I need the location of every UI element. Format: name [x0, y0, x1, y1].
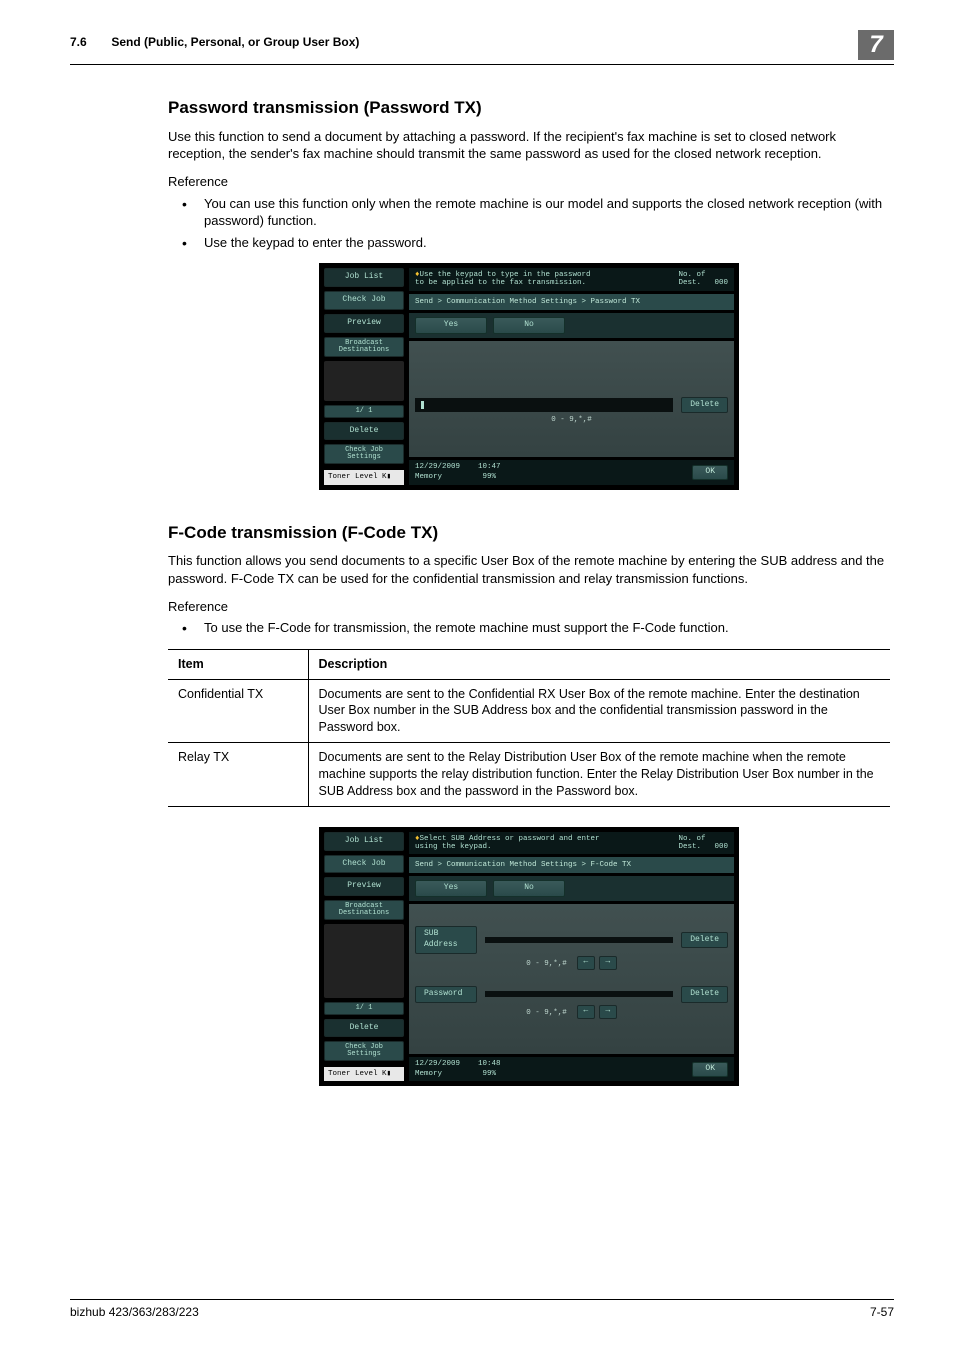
check-job-settings-button[interactable]: Check Job Settings [324, 444, 404, 464]
no-button[interactable]: No [493, 880, 565, 897]
dest-list-empty [324, 361, 404, 401]
hint-text: Select SUB Address or password and enter… [415, 835, 600, 851]
lcd-screenshot-fcode-tx: Job List Check Job Preview Broadcast Des… [319, 827, 739, 1087]
page-indicator: 1/ 1 [324, 405, 404, 418]
hint-text: Use the keypad to type in the password t… [415, 271, 591, 287]
no-button[interactable]: No [493, 317, 565, 334]
bullet-item: Use the keypad to enter the password. [168, 234, 890, 252]
table-header-item: Item [168, 649, 308, 679]
page-header: 7.6 Send (Public, Personal, or Group Use… [70, 34, 894, 65]
bullet-item: To use the F-Code for transmission, the … [168, 619, 890, 637]
password-label-button[interactable]: Password [415, 986, 477, 1003]
table-cell-item: Relay TX [168, 743, 308, 807]
arrow-right-icon[interactable]: → [599, 1005, 617, 1019]
sub-address-input[interactable] [485, 937, 673, 943]
arrow-left-icon[interactable]: ← [577, 1005, 595, 1019]
sub-address-label-button[interactable]: SUB Address [415, 926, 477, 954]
yes-button[interactable]: Yes [415, 317, 487, 334]
status-date: 12/29/2009 [415, 463, 460, 471]
footer-page-number: 7-57 [870, 1304, 894, 1320]
yes-button[interactable]: Yes [415, 880, 487, 897]
reference-label-2: Reference [168, 598, 890, 616]
dest-count-value: 000 [714, 843, 728, 851]
delete-input-button[interactable]: Delete [681, 932, 728, 949]
chapter-badge: 7 [858, 30, 894, 60]
dest-count-value: 000 [714, 279, 728, 287]
arrow-left-icon[interactable]: ← [577, 956, 595, 970]
password-tx-intro: Use this function to send a document by … [168, 128, 890, 163]
breadcrumb: Send > Communication Method Settings > F… [409, 857, 734, 873]
footer-model: bizhub 423/363/283/223 [70, 1304, 199, 1320]
check-job-button[interactable]: Check Job [324, 291, 404, 310]
preview-button[interactable]: Preview [324, 877, 404, 896]
password-input[interactable] [415, 398, 673, 412]
preview-button[interactable]: Preview [324, 314, 404, 333]
reference-label-1: Reference [168, 173, 890, 191]
ok-button[interactable]: OK [692, 465, 728, 480]
lcd-screenshot-password-tx: Job List Check Job Preview Broadcast Des… [319, 263, 739, 489]
dest-count-label: No. of Dest. [678, 835, 705, 851]
broadcast-dest-label: Broadcast Destinations [324, 337, 404, 357]
heading-password-tx: Password transmission (Password TX) [168, 97, 890, 120]
dest-count-label: No. of Dest. [678, 271, 705, 287]
toner-level: Toner Level K▮ [324, 470, 404, 484]
table-cell-desc: Documents are sent to the Relay Distribu… [308, 743, 890, 807]
heading-fcode-tx: F-Code transmission (F-Code TX) [168, 522, 890, 545]
memory-value: 99% [483, 473, 497, 481]
status-date: 12/29/2009 [415, 1060, 460, 1068]
delete-input-button[interactable]: Delete [681, 397, 728, 414]
input-range-hint: 0 - 9,*,# [415, 415, 728, 425]
input-range-hint: 0 - 9,*,# [526, 959, 567, 969]
ok-button[interactable]: OK [692, 1062, 728, 1077]
table-cell-desc: Documents are sent to the Confidential R… [308, 679, 890, 743]
memory-label: Memory [415, 473, 442, 481]
table-row: Relay TX Documents are sent to the Relay… [168, 743, 890, 807]
page-indicator: 1/ 1 [324, 1002, 404, 1015]
section-title: Send (Public, Personal, or Group User Bo… [111, 35, 359, 49]
input-range-hint: 0 - 9,*,# [526, 1008, 567, 1018]
job-list-button[interactable]: Job List [324, 268, 404, 287]
fcode-tx-intro: This function allows you send documents … [168, 552, 890, 587]
password-input[interactable] [485, 991, 673, 997]
table-cell-item: Confidential TX [168, 679, 308, 743]
job-list-button[interactable]: Job List [324, 832, 404, 851]
breadcrumb: Send > Communication Method Settings > P… [409, 294, 734, 310]
check-job-button[interactable]: Check Job [324, 855, 404, 874]
status-time: 10:48 [478, 1060, 501, 1068]
status-time: 10:47 [478, 463, 501, 471]
table-header-desc: Description [308, 649, 890, 679]
memory-value: 99% [483, 1070, 497, 1078]
delete-input-button[interactable]: Delete [681, 986, 728, 1003]
check-job-settings-button[interactable]: Check Job Settings [324, 1041, 404, 1061]
bullet-item: You can use this function only when the … [168, 195, 890, 230]
toner-level: Toner Level K▮ [324, 1067, 404, 1081]
broadcast-dest-label: Broadcast Destinations [324, 900, 404, 920]
arrow-right-icon[interactable]: → [599, 956, 617, 970]
delete-button[interactable]: Delete [324, 422, 404, 441]
table-row: Confidential TX Documents are sent to th… [168, 679, 890, 743]
section-number: 7.6 [70, 34, 108, 50]
dest-list-empty [324, 924, 404, 997]
fcode-table: Item Description Confidential TX Documen… [168, 649, 890, 807]
delete-button[interactable]: Delete [324, 1019, 404, 1038]
memory-label: Memory [415, 1070, 442, 1078]
page-footer: bizhub 423/363/283/223 7-57 [70, 1299, 894, 1320]
